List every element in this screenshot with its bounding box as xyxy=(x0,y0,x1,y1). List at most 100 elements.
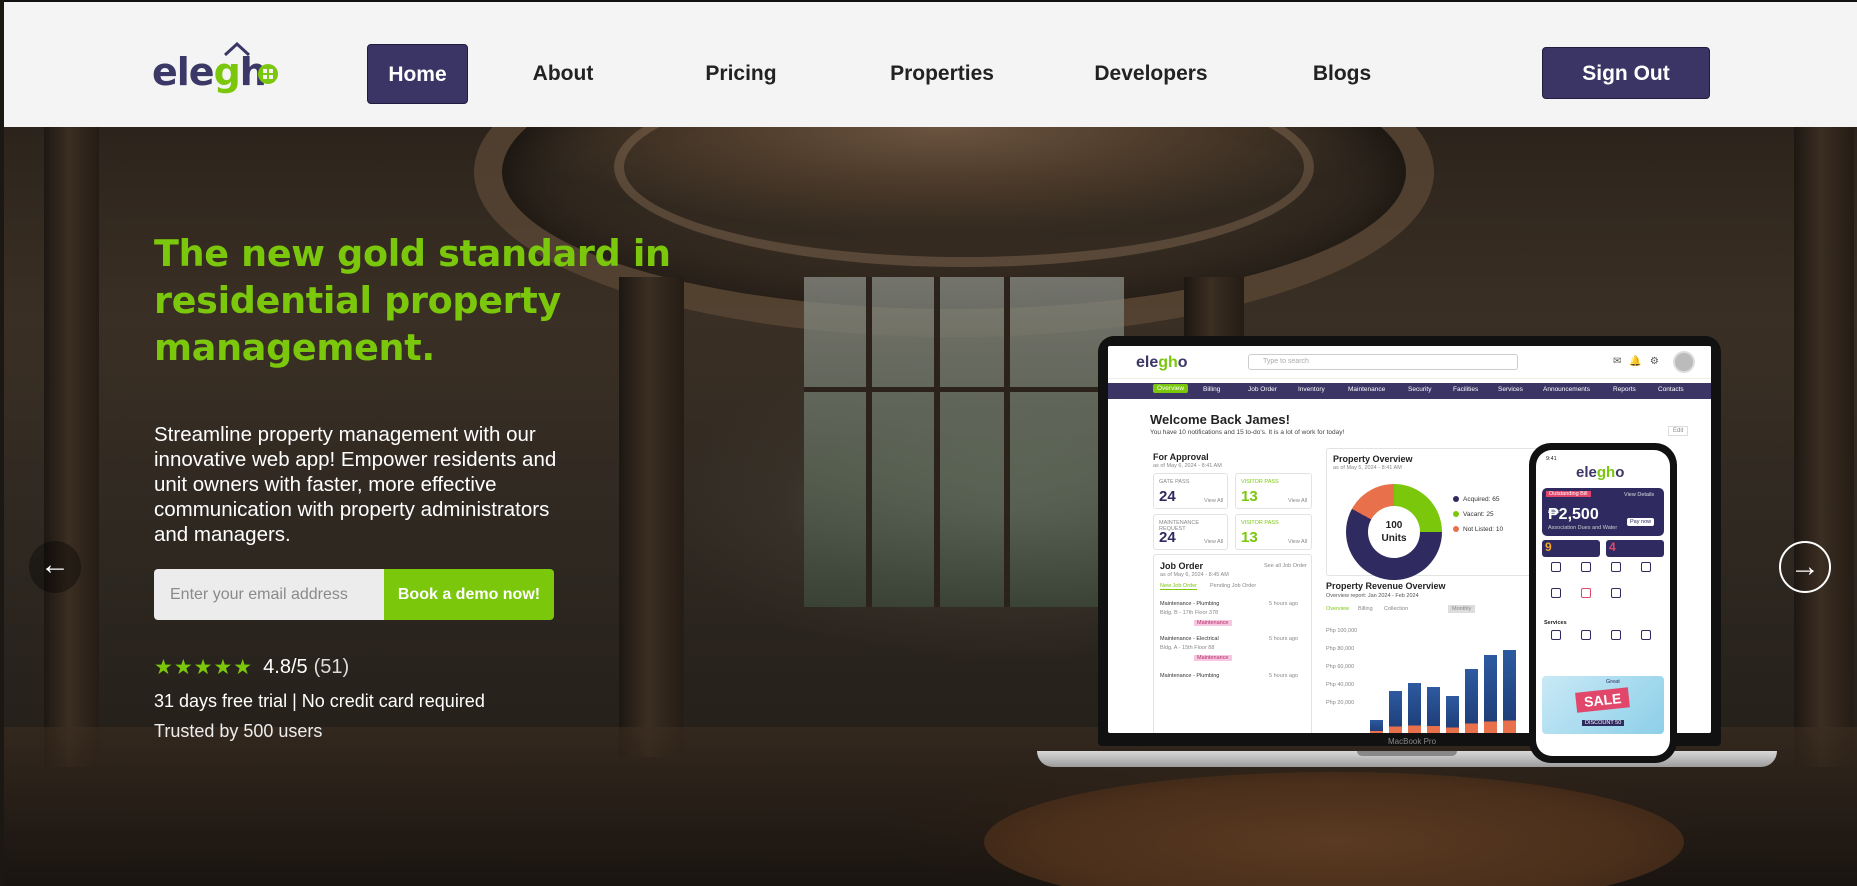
star-rating-icons: ★★★★★ xyxy=(154,655,254,679)
phone-service-tile xyxy=(1574,630,1598,652)
units-donut-chart: 100 Units xyxy=(1346,484,1442,580)
approval-card: MAINTENANCE REQUEST 24 View All xyxy=(1153,514,1228,550)
nav-blogs[interactable]: Blogs xyxy=(1302,44,1382,104)
top-navbar: elegh Home About Pricing Properties Deve… xyxy=(4,0,1857,127)
revenue-bar xyxy=(1408,683,1421,733)
dash-logo: elegho xyxy=(1136,354,1188,371)
outstanding-bill-card: Outstanding Bill View Details ₱2,500 Ass… xyxy=(1542,488,1664,536)
phone-stat-card: 9 xyxy=(1542,540,1600,557)
mobile-app-screenshot: 9:41 elegho Outstanding Bill View Detail… xyxy=(1536,450,1670,756)
revenue-ylabel: Php 60,000 xyxy=(1326,664,1355,670)
dash-menu-item: Inventory xyxy=(1298,386,1325,393)
revenue-tab: Overview xyxy=(1326,606,1349,612)
dash-header-icons: ✉🔔⚙ xyxy=(1613,356,1667,367)
background-mullion xyxy=(934,277,940,607)
phone-app-tile xyxy=(1634,562,1658,584)
laptop-brand-text: MacBook Pro xyxy=(1388,737,1437,746)
revenue-bar xyxy=(1370,720,1383,733)
phone-service-tile xyxy=(1634,630,1658,652)
revenue-bar xyxy=(1465,669,1478,733)
next-slide-arrow-icon[interactable]: → xyxy=(1779,541,1831,593)
dash-menu-item: Contacts xyxy=(1658,386,1684,393)
hero-headline: The new gold standard in residential pro… xyxy=(154,232,671,369)
revenue-period-select: Monthly xyxy=(1448,605,1476,613)
logo-window-icon xyxy=(258,64,278,84)
revenue-bar-chart xyxy=(1370,622,1520,733)
phone-mockup: 9:41 elegho Outstanding Bill View Detail… xyxy=(1529,443,1677,763)
legend-not-listed: Not Listed: 10 xyxy=(1453,526,1503,533)
background-mullion xyxy=(804,387,1124,392)
book-demo-button[interactable]: Book a demo now! xyxy=(384,569,554,620)
revenue-ylabel: Php 100,000 xyxy=(1326,628,1358,634)
background-window xyxy=(804,277,1124,607)
phone-app-tile xyxy=(1574,588,1598,610)
dash-menu-item: Security xyxy=(1408,386,1432,393)
landing-page: elegh Home About Pricing Properties Deve… xyxy=(0,0,1857,886)
dash-menu-item: Job Order xyxy=(1248,386,1277,393)
legend-vacant: Vacant: 25 xyxy=(1453,511,1494,518)
dash-search-input: Type to search xyxy=(1248,354,1518,370)
approval-card: VISITOR PASS 13 View All xyxy=(1235,473,1312,509)
hero-subtext: Streamline property management with our … xyxy=(154,423,557,546)
job-order-card: Job Order as of May 6, 2024 - 8:45 AM Se… xyxy=(1153,554,1312,733)
phone-services-title: Services xyxy=(1544,620,1567,626)
dash-topbar: elegho Type to search ✉🔔⚙ xyxy=(1108,346,1711,379)
revenue-bar xyxy=(1427,687,1440,733)
phone-app-tile xyxy=(1544,562,1568,584)
background-mullion xyxy=(866,277,872,607)
revenue-ylabel: Php 40,000 xyxy=(1326,682,1355,688)
dash-welcome: Welcome Back James! xyxy=(1150,412,1290,427)
dash-menu-item: Services xyxy=(1498,386,1523,393)
revenue-sub: Overview report: Jan 2024 - Feb 2024 xyxy=(1326,593,1419,599)
sign-out-button[interactable]: Sign Out xyxy=(1542,47,1710,99)
phone-time: 9:41 xyxy=(1546,456,1557,462)
revenue-ylabel: Php 80,000 xyxy=(1326,646,1355,652)
phone-app-tile xyxy=(1604,562,1628,584)
dash-menu-item: Billing xyxy=(1203,386,1221,393)
dash-edit: Edit xyxy=(1668,426,1689,436)
nav-properties[interactable]: Properties xyxy=(887,44,997,104)
dash-menu: Overview Billing Job Order Inventory Mai… xyxy=(1108,383,1711,399)
prev-slide-arrow-icon[interactable]: ← xyxy=(29,541,81,593)
rating-count: (51) xyxy=(313,655,350,678)
phone-service-tile xyxy=(1544,630,1568,652)
dash-avatar xyxy=(1673,351,1695,373)
phone-app-tile xyxy=(1604,588,1628,610)
approval-title: For Approval xyxy=(1153,452,1209,462)
phone-app-tile xyxy=(1574,562,1598,584)
approval-card: VISITOR PASS 13 View All xyxy=(1235,514,1312,550)
dash-menu-item: Reports xyxy=(1613,386,1636,393)
phone-service-tile xyxy=(1604,630,1628,652)
revenue-bar xyxy=(1389,691,1402,733)
phone-app-tile xyxy=(1544,588,1568,610)
nav-home[interactable]: Home xyxy=(367,44,468,104)
overview-date: as of May 5, 2024 - 8:41 AM xyxy=(1333,465,1402,471)
nav-developers[interactable]: Developers xyxy=(1089,44,1213,104)
nav-about[interactable]: About xyxy=(522,44,604,104)
approval-card: GATE PASS 24 View All xyxy=(1153,473,1228,509)
dash-welcome-sub: You have 10 notifications and 15 to-do's… xyxy=(1150,429,1345,436)
dash-menu-item: Facilities xyxy=(1453,386,1479,393)
rating-value: 4.8/5 xyxy=(263,655,308,678)
overview-title: Property Overview xyxy=(1333,454,1413,464)
revenue-tab: Collection xyxy=(1384,606,1409,612)
logo-wordmark: elegh xyxy=(152,50,267,94)
trusted-by-text: Trusted by 500 users xyxy=(154,721,323,741)
elegho-logo[interactable]: elegh xyxy=(152,42,284,98)
phone-stat-card: 4 xyxy=(1606,540,1664,557)
rating-row: ★★★★★ 4.8/5 (51) xyxy=(154,654,349,680)
dash-menu-item: Overview xyxy=(1153,384,1189,393)
nav-pricing[interactable]: Pricing xyxy=(705,44,777,104)
background-pillar xyxy=(1794,127,1854,767)
legend-acquired: Acquired: 65 xyxy=(1453,496,1500,503)
dash-menu-item: Maintenance xyxy=(1348,386,1386,393)
email-input[interactable] xyxy=(154,569,384,620)
revenue-tab: Billing xyxy=(1358,606,1373,612)
revenue-ylabel: Php 20,000 xyxy=(1326,700,1355,706)
hero-section: The new gold standard in residential pro… xyxy=(4,127,1857,886)
free-trial-text: 31 days free trial | No credit card requ… xyxy=(154,691,485,711)
background-mullion xyxy=(1004,277,1010,607)
revenue-bar xyxy=(1446,696,1459,733)
revenue-bar xyxy=(1503,650,1516,733)
phone-sale-banner: Great SALE DISCOUNT 50 xyxy=(1542,676,1664,734)
